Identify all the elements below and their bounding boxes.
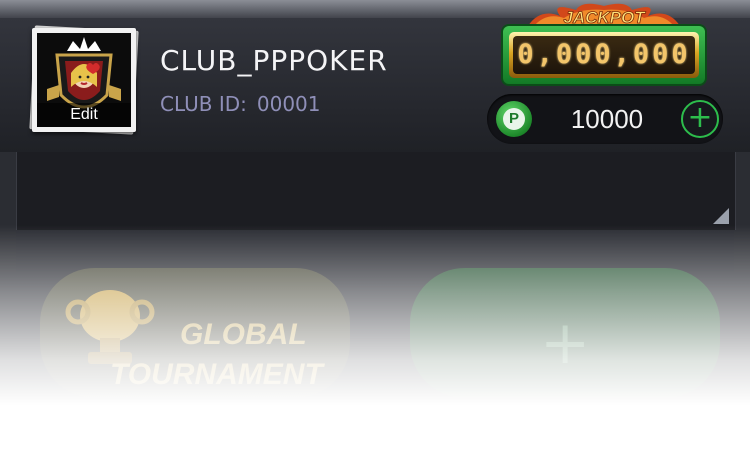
p-coin-letter: P [503,108,525,130]
left-edge [0,152,16,272]
add-icon: + [687,100,713,135]
avatar-edit-label[interactable]: Edit [37,103,131,127]
corner-triangle-icon[interactable] [713,208,729,224]
club-id: CLUB ID: 00001 [160,92,321,116]
notice-panel[interactable] [16,152,736,230]
avatar-image: Edit [37,33,131,127]
club-id-value: 00001 [256,92,321,116]
card-title-line1: GLOBAL [180,318,307,351]
jackpot-value: 0,000,000 [513,36,695,74]
club-avatar[interactable]: Edit [32,28,136,132]
p-coin-icon: P [496,101,532,137]
plus-icon: + [540,308,591,378]
global-tournament-card[interactable]: GLOBAL TOURNAMENT [40,268,350,398]
add-card[interactable]: + [410,268,720,398]
card-title-line2: TOURNAMENT [110,358,323,391]
points-value: 10000 [570,104,644,134]
right-edge [734,152,750,272]
club-screen: Edit CLUB_PPPOKER CLUB ID: 00001 JACKPOT … [0,0,750,450]
jackpot-frame: 0,000,000 [509,32,699,78]
jackpot-display[interactable]: 0,000,000 [503,26,705,84]
jackpot-banner-text: JACKPOT [563,8,646,27]
club-id-label: CLUB ID: [160,92,247,116]
club-name: CLUB_PPPOKER [160,44,388,77]
add-points-button[interactable]: + [681,100,719,138]
points-balance: P 10000 + [487,94,723,144]
